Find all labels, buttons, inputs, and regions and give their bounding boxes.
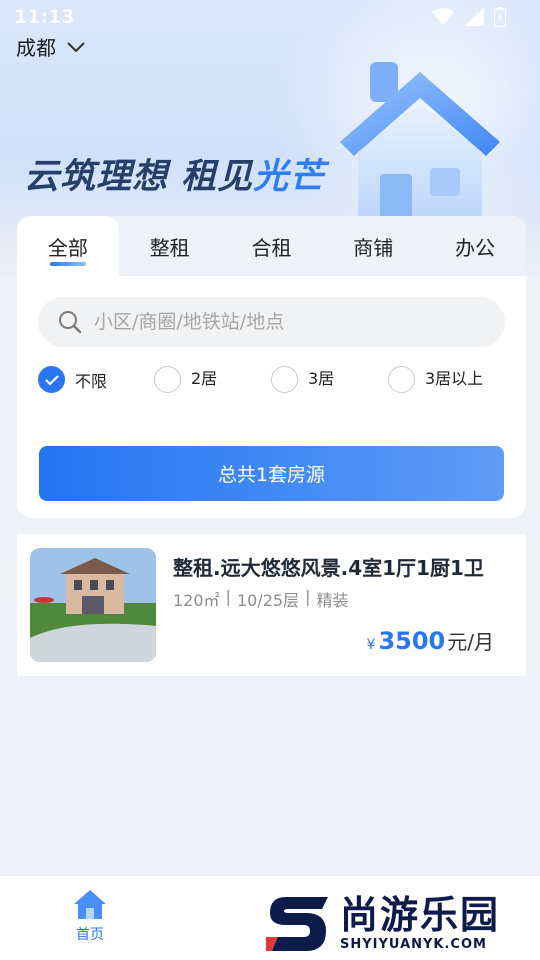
room-option-3[interactable]: 3居 xyxy=(271,366,334,393)
city-label: 成都 xyxy=(16,36,56,60)
wifi-icon xyxy=(432,8,454,25)
room-option-any[interactable]: 不限 xyxy=(38,366,107,393)
battery-icon xyxy=(494,7,506,27)
active-tab-indicator xyxy=(49,262,86,266)
listing-photo xyxy=(30,548,156,662)
watermark-logo-icon xyxy=(266,897,328,951)
radio-icon[interactable] xyxy=(271,366,298,393)
listing-price: ¥ 3500 元/月 xyxy=(367,626,494,655)
listing-floor: 10/25层 xyxy=(236,591,300,610)
tab-label: 商铺 xyxy=(353,235,394,260)
watermark-en: SHYIYUANYK.COM xyxy=(340,936,487,952)
search-bar[interactable] xyxy=(38,297,505,347)
search-input[interactable] xyxy=(94,311,474,333)
city-selector[interactable]: 成都 xyxy=(16,32,86,61)
search-icon xyxy=(59,311,82,334)
price-currency: ¥ xyxy=(366,637,376,653)
watermark-cn: 尚游乐园 xyxy=(340,892,501,937)
tab-office[interactable]: 办公 xyxy=(424,216,526,276)
meta-divider: | xyxy=(225,587,231,606)
check-icon xyxy=(44,374,59,386)
filter-card: 全部 整租 合租 商铺 办公 不限 2居 3居 3居以上 总共1套房 xyxy=(17,216,526,518)
listing-meta: 120㎡ | 10/25层 | 精装 xyxy=(173,587,348,611)
home-icon xyxy=(74,890,106,919)
signal-icon xyxy=(464,8,484,26)
tab-shop[interactable]: 商铺 xyxy=(322,216,424,276)
listing-decoration: 精装 xyxy=(316,591,349,610)
room-options: 不限 2居 3居 3居以上 xyxy=(38,366,508,400)
category-tabs: 全部 整租 合租 商铺 办公 xyxy=(17,216,526,276)
price-unit: 元/月 xyxy=(447,630,494,654)
tab-whole-rent[interactable]: 整租 xyxy=(119,216,221,276)
listing-card[interactable]: 整租.远大悠悠风景.4室1厅1厨1卫 120㎡ | 10/25层 | 精装 ¥ … xyxy=(17,534,526,676)
slogan-main: 云筑理想 租见 xyxy=(24,157,254,197)
radio-icon[interactable] xyxy=(154,366,181,393)
room-option-label: 3居 xyxy=(308,368,335,388)
tab-label: 合租 xyxy=(251,235,292,260)
room-option-label: 2居 xyxy=(191,368,218,388)
room-option-label: 3居以上 xyxy=(425,368,484,388)
watermark: 尚游乐园 SHYIYUANYK.COM xyxy=(262,884,540,960)
chevron-down-icon xyxy=(67,41,85,52)
nav-home-label: 首页 xyxy=(76,927,104,943)
price-value: 3500 xyxy=(378,627,446,655)
room-option-label: 不限 xyxy=(75,371,108,391)
tab-all[interactable]: 全部 xyxy=(17,216,119,276)
status-bar: 11:13 xyxy=(0,0,540,34)
radio-checked-icon[interactable] xyxy=(38,366,65,393)
listing-title: 整租.远大悠悠风景.4室1厅1厨1卫 xyxy=(173,556,484,580)
tab-label: 办公 xyxy=(455,235,496,260)
nav-home[interactable]: 首页 xyxy=(0,876,180,960)
listing-area: 120㎡ xyxy=(173,591,220,610)
room-option-3-plus[interactable]: 3居以上 xyxy=(388,366,483,393)
tab-shared-rent[interactable]: 合租 xyxy=(221,216,323,276)
radio-icon[interactable] xyxy=(388,366,415,393)
total-listings-button[interactable]: 总共1套房源 xyxy=(39,446,504,501)
slogan-highlight: 光芒 xyxy=(253,157,326,197)
room-option-2[interactable]: 2居 xyxy=(154,366,217,393)
status-time: 11:13 xyxy=(14,6,75,28)
meta-divider: | xyxy=(305,587,311,606)
tab-label: 整租 xyxy=(149,235,190,260)
hero-slogan: 云筑理想 租见光芒 xyxy=(24,148,325,199)
house-illustration-icon xyxy=(340,62,500,222)
tab-label: 全部 xyxy=(47,235,88,260)
